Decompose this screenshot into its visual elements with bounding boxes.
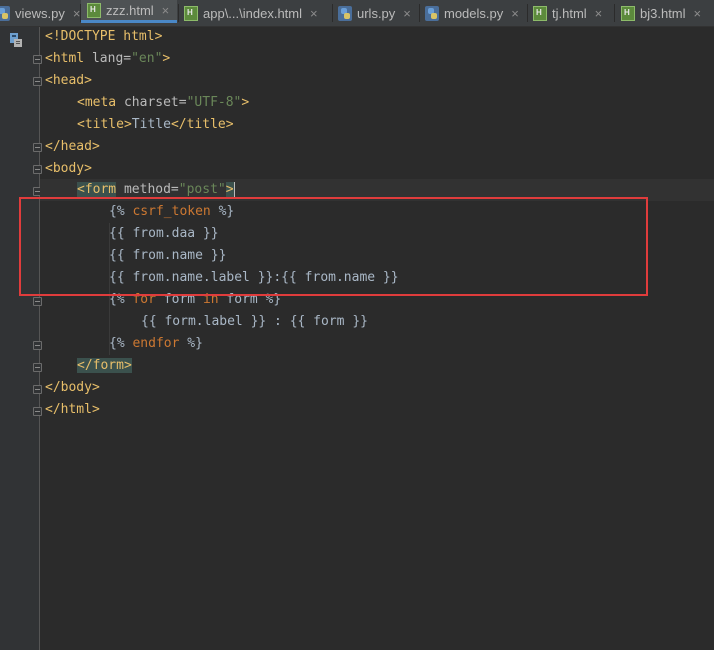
tag-token: </body> — [45, 380, 100, 395]
close-icon[interactable]: × — [694, 6, 702, 21]
tag-token: </title> — [170, 117, 234, 132]
tag-token: <body> — [45, 161, 92, 176]
attr-token: charset= — [123, 95, 187, 110]
doctype-token: <!DOCTYPE html> — [45, 29, 163, 44]
code-line-5: <title>Title</title> — [77, 114, 234, 136]
tag-token: <form — [77, 182, 117, 197]
html-file-icon — [533, 5, 547, 21]
code-line-17: </body> — [45, 377, 100, 399]
template-token: {% — [109, 336, 133, 351]
close-icon[interactable]: × — [511, 6, 519, 21]
tab-tj-html[interactable]: tj.html × — [533, 0, 613, 26]
tag-token: > — [225, 182, 234, 197]
tag-token: <meta — [77, 95, 124, 110]
tab-label: zzz.html — [106, 2, 154, 18]
close-icon[interactable]: × — [310, 6, 318, 21]
tab-urls-py[interactable]: urls.py × — [338, 0, 418, 26]
tag-token: > — [162, 51, 171, 66]
text-token: Title — [131, 117, 171, 132]
python-file-icon — [338, 5, 352, 21]
attr-token: method= — [116, 182, 179, 197]
tab-index-html[interactable]: app\...\index.html × — [184, 0, 330, 26]
html-file-icon — [184, 5, 198, 21]
editor-tab-bar: views.py × zzz.html × app\...\index.html… — [0, 0, 714, 27]
tag-token: > — [241, 95, 250, 110]
template-token: %} — [179, 336, 203, 351]
code-line-6: </head> — [45, 136, 100, 158]
code-line-2: <html lang="en"> — [45, 48, 170, 70]
tab-separator — [419, 4, 420, 22]
code-line-1: <!DOCTYPE html> — [45, 26, 162, 48]
code-line-15: {% endfor %} — [109, 333, 203, 355]
tag-token: </form> — [77, 358, 132, 373]
tab-bj3-html[interactable]: bj3.html × — [621, 0, 714, 26]
tab-separator — [527, 4, 528, 22]
code-line-4: <meta charset="UTF-8"> — [77, 92, 249, 114]
code-line-18: </html> — [45, 399, 100, 421]
attr-token: lang= — [91, 51, 132, 66]
close-icon[interactable]: × — [595, 6, 603, 21]
code-editor[interactable]: <!DOCTYPE html> <html lang="en"> <head> … — [40, 27, 714, 650]
tab-separator — [178, 4, 179, 22]
keyword-token: endfor — [132, 336, 180, 351]
tab-label: app\...\index.html — [203, 5, 302, 21]
tab-separator — [332, 4, 333, 22]
tag-token: <title> — [77, 117, 132, 132]
tab-views-py[interactable]: views.py × — [0, 0, 80, 26]
python-file-icon — [425, 5, 439, 21]
string-token: "UTF-8" — [186, 95, 242, 110]
code-line-16: </form> — [77, 355, 132, 377]
python-console-icon[interactable] — [9, 32, 23, 48]
tag-token: </html> — [45, 402, 100, 417]
code-line-7: <body> — [45, 158, 92, 180]
editor-gutter — [0, 27, 40, 650]
template-token: {{ form.label }} : {{ form }} — [141, 314, 368, 329]
tag-token: <html — [45, 51, 92, 66]
code-line-3: <head> — [45, 70, 92, 92]
tab-label: urls.py — [357, 5, 396, 21]
html-file-icon — [621, 5, 635, 21]
tag-token: <head> — [45, 73, 92, 88]
close-icon[interactable]: × — [162, 3, 170, 18]
string-token: "en" — [131, 51, 163, 66]
text-caret — [233, 181, 235, 198]
close-icon[interactable]: × — [403, 6, 411, 21]
tab-models-py[interactable]: models.py × — [425, 0, 525, 26]
string-token: "post" — [178, 182, 226, 197]
highlight-annotation-box — [19, 197, 648, 296]
html-file-icon — [87, 2, 101, 18]
python-file-icon — [0, 5, 10, 21]
tab-label: models.py — [444, 5, 504, 21]
tab-label: views.py — [15, 5, 65, 21]
code-line-14: {{ form.label }} : {{ form }} — [141, 311, 368, 333]
tab-zzz-html[interactable]: zzz.html × — [81, 0, 177, 23]
tab-label: bj3.html — [640, 5, 686, 21]
tag-token: </head> — [45, 139, 100, 154]
tab-label: tj.html — [552, 5, 587, 21]
tab-separator — [614, 4, 615, 22]
